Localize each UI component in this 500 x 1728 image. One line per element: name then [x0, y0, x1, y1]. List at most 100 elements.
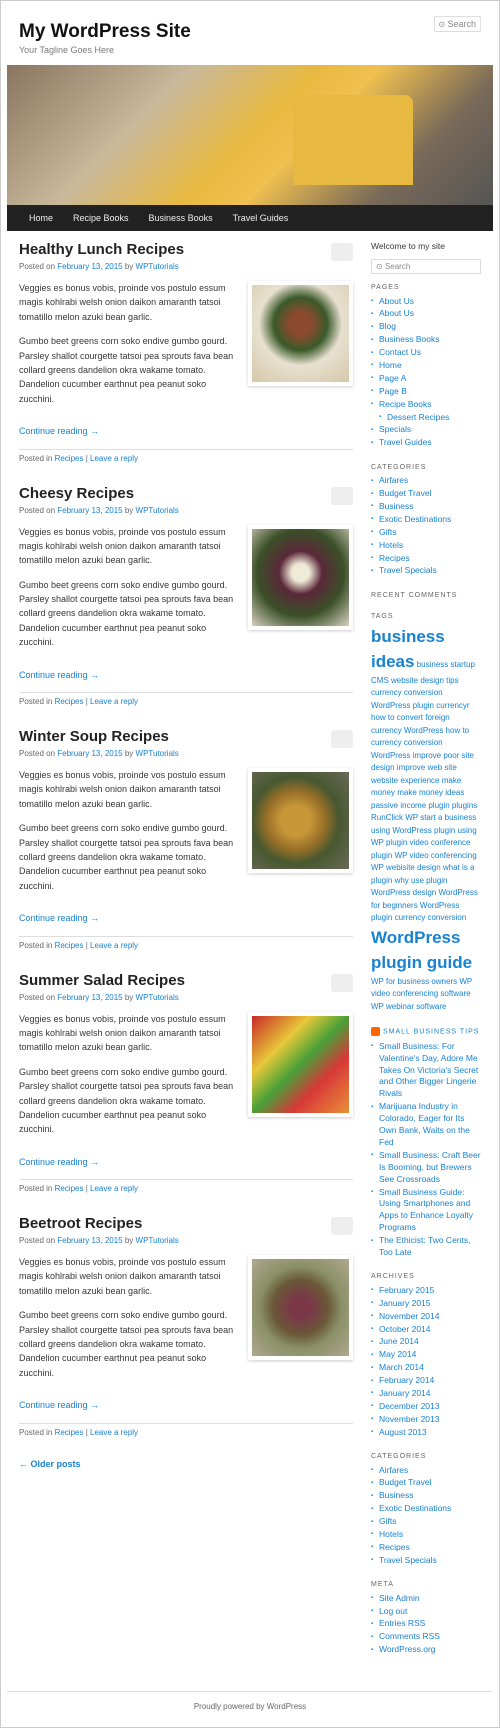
- list-item[interactable]: November 2013: [371, 1413, 481, 1426]
- list-item[interactable]: Recipe Books: [371, 398, 481, 411]
- post-thumbnail[interactable]: [248, 1012, 353, 1117]
- search-input-top[interactable]: Search: [434, 16, 481, 32]
- rss-icon[interactable]: [371, 1027, 380, 1036]
- list-item[interactable]: Small Business: Craft Beer Is Booming, b…: [371, 1149, 481, 1186]
- post-title[interactable]: Healthy Lunch Recipes: [19, 241, 353, 258]
- post-date-link[interactable]: February 13, 2015: [57, 749, 122, 758]
- list-item[interactable]: Business: [371, 500, 481, 513]
- list-item[interactable]: Marijuana Industry in Colorado, Eager fo…: [371, 1101, 481, 1150]
- list-item[interactable]: Blog: [371, 321, 481, 334]
- list-item[interactable]: Airfares: [371, 1464, 481, 1477]
- post-title[interactable]: Beetroot Recipes: [19, 1215, 353, 1232]
- category-link[interactable]: Recipes: [55, 1184, 84, 1193]
- list-item[interactable]: Recipes: [371, 552, 481, 565]
- post-author-link[interactable]: WPTutorials: [136, 262, 179, 271]
- list-item[interactable]: Log out: [371, 1605, 481, 1618]
- list-item[interactable]: Travel Specials: [371, 1554, 481, 1567]
- reply-link[interactable]: Leave a reply: [90, 697, 138, 706]
- reply-link[interactable]: Leave a reply: [90, 941, 138, 950]
- post-thumbnail[interactable]: [248, 525, 353, 630]
- category-link[interactable]: Recipes: [55, 1428, 84, 1437]
- list-item[interactable]: Exotic Destinations: [371, 513, 481, 526]
- comment-bubble-icon[interactable]: [331, 487, 353, 505]
- list-item[interactable]: October 2014: [371, 1323, 481, 1336]
- reply-link[interactable]: Leave a reply: [90, 1184, 138, 1193]
- list-item[interactable]: Comments RSS: [371, 1631, 481, 1644]
- list-item[interactable]: December 2013: [371, 1400, 481, 1413]
- comment-bubble-icon[interactable]: [331, 730, 353, 748]
- comment-bubble-icon[interactable]: [331, 1217, 353, 1235]
- post-author-link[interactable]: WPTutorials: [136, 993, 179, 1002]
- site-title[interactable]: My WordPress Site: [19, 21, 481, 43]
- list-item[interactable]: WordPress.org: [371, 1644, 481, 1657]
- category-link[interactable]: Recipes: [55, 941, 84, 950]
- list-item[interactable]: Hotels: [371, 1528, 481, 1541]
- list-item[interactable]: March 2014: [371, 1362, 481, 1375]
- list-item[interactable]: Recipes: [371, 1541, 481, 1554]
- list-item[interactable]: February 2014: [371, 1375, 481, 1388]
- reply-link[interactable]: Leave a reply: [90, 454, 138, 463]
- list-item[interactable]: Hotels: [371, 539, 481, 552]
- header-image[interactable]: [7, 65, 493, 205]
- post-author-link[interactable]: WPTutorials: [136, 506, 179, 515]
- post-title[interactable]: Winter Soup Recipes: [19, 728, 353, 745]
- continue-reading-link[interactable]: Continue reading →: [19, 424, 99, 438]
- post-date-link[interactable]: February 13, 2015: [57, 506, 122, 515]
- list-item[interactable]: The Ethicist: Two Cents, Too Late: [371, 1235, 481, 1260]
- nav-item[interactable]: Home: [19, 205, 63, 231]
- post-thumbnail[interactable]: [248, 768, 353, 873]
- continue-reading-link[interactable]: Continue reading →: [19, 1398, 99, 1412]
- comment-bubble-icon[interactable]: [331, 243, 353, 261]
- list-item[interactable]: June 2014: [371, 1336, 481, 1349]
- list-item[interactable]: Airfares: [371, 475, 481, 488]
- nav-item[interactable]: Travel Guides: [223, 205, 299, 231]
- list-item[interactable]: Budget Travel: [371, 488, 481, 501]
- list-item[interactable]: Dessert Recipes: [371, 411, 481, 424]
- list-item[interactable]: Business: [371, 1490, 481, 1503]
- list-item[interactable]: Small Business: For Valentine's Day, Ado…: [371, 1040, 481, 1100]
- post-date-link[interactable]: February 13, 2015: [57, 993, 122, 1002]
- search-input-side[interactable]: ⊙ Search: [371, 259, 481, 274]
- post-date-link[interactable]: February 13, 2015: [57, 1236, 122, 1245]
- post-title[interactable]: Summer Salad Recipes: [19, 972, 353, 989]
- continue-reading-link[interactable]: Continue reading →: [19, 1155, 99, 1169]
- list-item[interactable]: Page B: [371, 385, 481, 398]
- list-item[interactable]: Travel Specials: [371, 565, 481, 578]
- list-item[interactable]: About Us: [371, 308, 481, 321]
- site-footer[interactable]: Proudly powered by WordPress: [7, 1691, 493, 1721]
- list-item[interactable]: August 2013: [371, 1426, 481, 1439]
- list-item[interactable]: February 2015: [371, 1284, 481, 1297]
- list-item[interactable]: Budget Travel: [371, 1477, 481, 1490]
- comment-bubble-icon[interactable]: [331, 974, 353, 992]
- continue-reading-link[interactable]: Continue reading →: [19, 668, 99, 682]
- list-item[interactable]: November 2014: [371, 1310, 481, 1323]
- list-item[interactable]: January 2014: [371, 1387, 481, 1400]
- post-date-link[interactable]: February 13, 2015: [57, 262, 122, 271]
- list-item[interactable]: Home: [371, 359, 481, 372]
- list-item[interactable]: Small Business Guide: Using Smartphones …: [371, 1186, 481, 1235]
- list-item[interactable]: Page A: [371, 372, 481, 385]
- reply-link[interactable]: Leave a reply: [90, 1428, 138, 1437]
- list-item[interactable]: Contact Us: [371, 347, 481, 360]
- list-item[interactable]: January 2015: [371, 1297, 481, 1310]
- list-item[interactable]: Site Admin: [371, 1592, 481, 1605]
- list-item[interactable]: Entries RSS: [371, 1618, 481, 1631]
- list-item[interactable]: About Us: [371, 295, 481, 308]
- continue-reading-link[interactable]: Continue reading →: [19, 911, 99, 925]
- tag-cloud[interactable]: business ideas business startup CMS webs…: [371, 624, 481, 1014]
- list-item[interactable]: May 2014: [371, 1349, 481, 1362]
- nav-item[interactable]: Business Books: [139, 205, 223, 231]
- post-author-link[interactable]: WPTutorials: [136, 749, 179, 758]
- list-item[interactable]: Exotic Destinations: [371, 1503, 481, 1516]
- category-link[interactable]: Recipes: [55, 454, 84, 463]
- nav-item[interactable]: Recipe Books: [63, 205, 139, 231]
- list-item[interactable]: Specials: [371, 424, 481, 437]
- post-thumbnail[interactable]: [248, 1255, 353, 1360]
- category-link[interactable]: Recipes: [55, 697, 84, 706]
- list-item[interactable]: Business Books: [371, 334, 481, 347]
- post-thumbnail[interactable]: [248, 281, 353, 386]
- post-title[interactable]: Cheesy Recipes: [19, 485, 353, 502]
- list-item[interactable]: Gifts: [371, 1516, 481, 1529]
- list-item[interactable]: Gifts: [371, 526, 481, 539]
- post-author-link[interactable]: WPTutorials: [136, 1236, 179, 1245]
